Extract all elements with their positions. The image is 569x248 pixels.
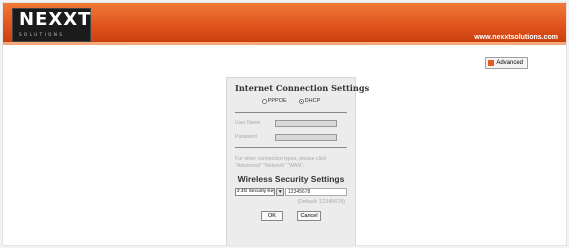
- dhcp-radio[interactable]: [298, 98, 304, 104]
- password-label: Password: [235, 134, 257, 140]
- security-key-input[interactable]: 12345678: [285, 188, 347, 196]
- advanced-icon: [488, 60, 495, 66]
- internet-settings-title: Internet Connection Settings: [235, 83, 370, 93]
- ok-button[interactable]: OK: [261, 211, 283, 221]
- security-key-select[interactable]: 2.4G Security Key: [235, 188, 276, 196]
- advanced-button[interactable]: Advanced: [485, 57, 528, 69]
- logo-subtext: SOLUTIONS: [19, 32, 65, 37]
- site-url[interactable]: www.nexxtsolutions.com: [474, 34, 558, 41]
- divider: [235, 147, 347, 148]
- username-row: User Name: [235, 119, 347, 127]
- dhcp-label: DHCP: [304, 98, 321, 104]
- pppoe-radio[interactable]: [261, 98, 267, 104]
- pppoe-option[interactable]: PPPOE: [261, 98, 287, 104]
- quick-setup-panel: Internet Connection Settings PPPOE DHCP …: [226, 77, 370, 245]
- wireless-settings-title: Wireless Security Settings: [237, 174, 345, 184]
- brand-logo: NEXXT SOLUTIONS: [12, 8, 91, 42]
- connection-note: For other connection types, please click…: [235, 156, 327, 169]
- chevron-down-icon[interactable]: ▼: [276, 188, 285, 196]
- button-row: OK Cancel: [235, 211, 347, 221]
- advanced-label: Advanced: [496, 60, 523, 66]
- connection-type-group: PPPOE DHCP: [235, 98, 347, 104]
- password-input[interactable]: [275, 133, 337, 141]
- pppoe-label: PPPOE: [267, 98, 287, 104]
- cancel-button[interactable]: Cancel: [297, 211, 321, 221]
- logo-text: NEXXT: [19, 9, 92, 30]
- username-label: User Name: [235, 120, 261, 126]
- page: NEXXT SOLUTIONS www.nexxtsolutions.com A…: [2, 2, 567, 246]
- dhcp-option[interactable]: DHCP: [298, 98, 321, 104]
- default-key-hint: (Default: 12345678): [297, 199, 345, 205]
- security-key-row: 2.4G Security Key ▼ 12345678: [235, 188, 347, 196]
- divider: [235, 112, 347, 113]
- header-bar: NEXXT SOLUTIONS www.nexxtsolutions.com: [3, 3, 566, 45]
- password-row: Password: [235, 133, 347, 141]
- username-input[interactable]: [275, 119, 337, 127]
